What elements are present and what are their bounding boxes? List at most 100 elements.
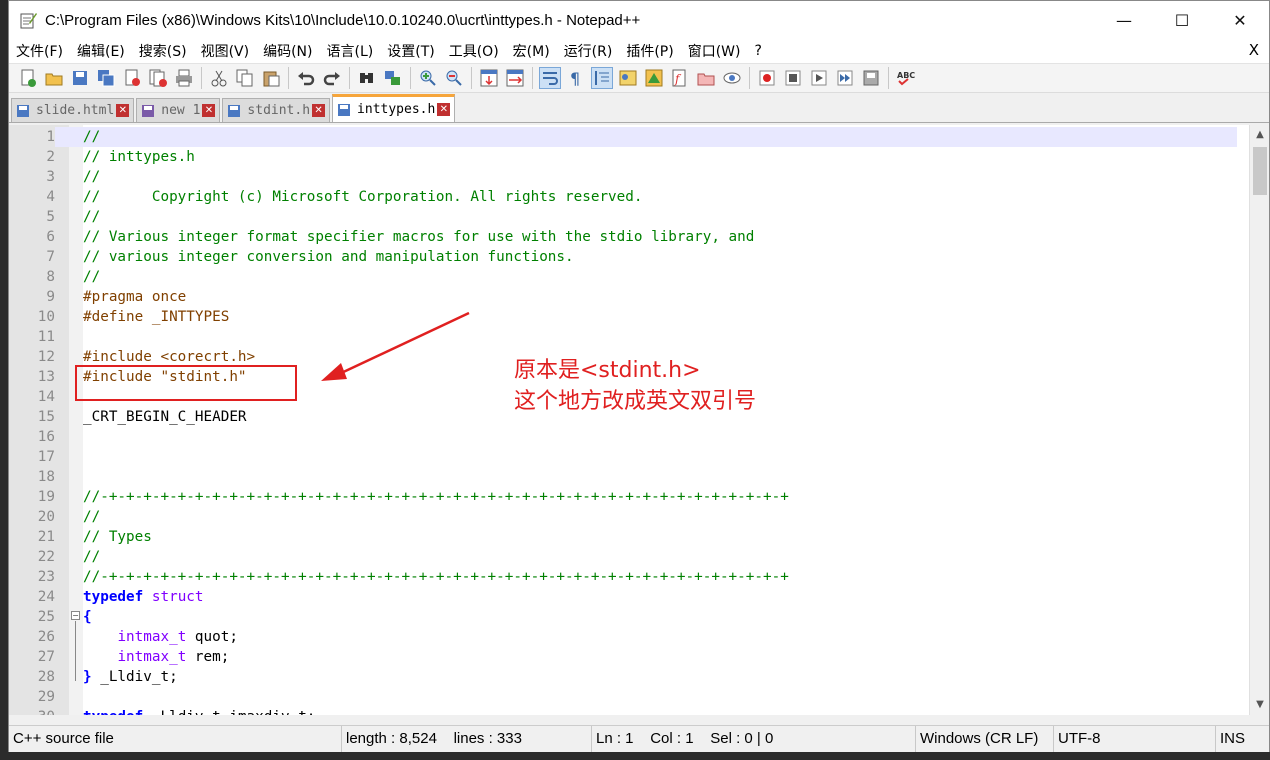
tab-close-icon[interactable]: ✕ (116, 104, 130, 117)
code-line[interactable]: 30 typedef _Lldiv_t imaxdiv_t; (9, 707, 1237, 715)
redo-icon[interactable] (321, 67, 343, 89)
menu-macro[interactable]: 宏(M) (506, 41, 557, 61)
code-editor[interactable]: 1 // 2 // inttypes.h 3 // 4 // Copyright (c) Mi… (9, 125, 1269, 715)
record-macro-icon[interactable] (756, 67, 778, 89)
code-line[interactable]: 20 // (9, 507, 1237, 527)
code-token: #pragma once (83, 289, 187, 305)
line-number: 29 (37, 689, 55, 705)
zoom-in-icon[interactable] (417, 67, 439, 89)
monitor-icon[interactable] (721, 67, 743, 89)
line-number: 10 (37, 309, 55, 325)
code-token: //-+-+-+-+-+-+-+-+-+-+-+-+-+-+-+-+-+-+-+… (83, 489, 789, 505)
vertical-scrollbar[interactable]: ▲ ▼ (1249, 125, 1269, 715)
menu-help[interactable]: ? (748, 43, 769, 59)
code-line[interactable]: 27 intmax_t rem; (9, 647, 1237, 667)
code-line[interactable]: 17 (9, 447, 1237, 467)
spell-check-icon[interactable]: ABC (895, 67, 917, 89)
code-line[interactable]: 28} _Lldiv_t; (9, 667, 1237, 687)
menu-encoding[interactable]: 编码(N) (256, 41, 319, 61)
minimize-button[interactable]: — (1095, 1, 1153, 39)
status-bar: C++ source file length : 8,524 lines : 3… (9, 725, 1269, 753)
zoom-out-icon[interactable] (443, 67, 465, 89)
menu-view[interactable]: 视图(V) (194, 41, 257, 61)
code-line[interactable]: 5 // (9, 207, 1237, 227)
close-icon[interactable] (121, 67, 143, 89)
tab-new-1[interactable]: new 1 ✕ (136, 98, 221, 122)
folder-workspace-icon[interactable] (695, 67, 717, 89)
code-token: // (83, 209, 101, 225)
line-number: 19 (37, 489, 55, 505)
function-list-icon[interactable]: f (669, 67, 691, 89)
code-line[interactable]: 25 { (9, 607, 1237, 627)
code-line[interactable]: 16 (9, 427, 1237, 447)
menu-language[interactable]: 语言(L) (320, 41, 381, 61)
code-line[interactable]: 19 //-+-+-+-+-+-+-+-+-+-+-+-+-+-+-+-+-+-+… (9, 487, 1237, 507)
run-macro-multiple-icon[interactable] (834, 67, 856, 89)
save-icon[interactable] (69, 67, 91, 89)
code-line[interactable]: 3 // (9, 167, 1237, 187)
menu-settings[interactable]: 设置(T) (380, 41, 441, 61)
code-line[interactable]: 18 (9, 467, 1237, 487)
new-file-icon[interactable] (17, 67, 39, 89)
code-line[interactable]: 23 //-+-+-+-+-+-+-+-+-+-+-+-+-+-+-+-+-+-+… (9, 567, 1237, 587)
scrollbar-thumb[interactable] (1253, 147, 1267, 195)
find-icon[interactable] (356, 67, 378, 89)
doc-map-icon[interactable] (643, 67, 665, 89)
code-line[interactable]: 2 // inttypes.h (9, 147, 1237, 167)
code-line[interactable]: 24 typedef struct (9, 587, 1237, 607)
scroll-down-icon[interactable]: ▼ (1250, 695, 1269, 715)
udl-icon[interactable] (617, 67, 639, 89)
cut-icon[interactable] (208, 67, 230, 89)
code-line[interactable]: 21 // Types (9, 527, 1237, 547)
stop-macro-icon[interactable] (782, 67, 804, 89)
code-line[interactable]: 1 // (9, 127, 1237, 147)
line-number: 5 (46, 209, 55, 225)
code-token: // (83, 169, 101, 185)
scroll-up-icon[interactable]: ▲ (1250, 125, 1269, 145)
copy-icon[interactable] (234, 67, 256, 89)
save-macro-icon[interactable] (860, 67, 882, 89)
close-window-button[interactable]: ✕ (1211, 1, 1269, 39)
code-line[interactable]: 7 // various integer conversion and manip… (9, 247, 1237, 267)
menu-tools[interactable]: 工具(O) (442, 41, 506, 61)
tab-close-icon[interactable]: ✕ (437, 103, 451, 116)
menu-edit[interactable]: 编辑(E) (70, 41, 132, 61)
tab-close-icon[interactable]: ✕ (202, 104, 216, 117)
open-file-icon[interactable] (43, 67, 65, 89)
code-line[interactable]: 10 #define _INTTYPES (9, 307, 1237, 327)
code-line[interactable]: 8 // (9, 267, 1237, 287)
code-line[interactable]: 26 intmax_t quot; (9, 627, 1237, 647)
code-line[interactable]: 29 (9, 687, 1237, 707)
maximize-button[interactable]: ☐ (1153, 1, 1211, 39)
paste-icon[interactable] (260, 67, 282, 89)
code-line[interactable]: 6 // Various integer format specifier mac… (9, 227, 1237, 247)
code-line[interactable]: 22 // (9, 547, 1237, 567)
sync-v-icon[interactable] (478, 67, 500, 89)
close-all-icon[interactable] (147, 67, 169, 89)
tab-stdint-h[interactable]: stdint.h ✕ (222, 98, 331, 122)
code-line[interactable]: 4 // Copyright (c) Microsoft Corporation.… (9, 187, 1237, 207)
menu-file[interactable]: 文件(F) (9, 41, 70, 61)
play-macro-icon[interactable] (808, 67, 830, 89)
indent-guide-icon[interactable] (591, 67, 613, 89)
menu-plugins[interactable]: 插件(P) (619, 41, 680, 61)
menu-search[interactable]: 搜索(S) (132, 41, 194, 61)
fold-toggle-icon[interactable]: − (71, 611, 80, 620)
print-icon[interactable] (173, 67, 195, 89)
sync-h-icon[interactable] (504, 67, 526, 89)
tab-close-icon[interactable]: ✕ (312, 104, 326, 117)
show-all-chars-icon[interactable]: ¶ (565, 67, 587, 89)
code-line[interactable]: 9 #pragma once (9, 287, 1237, 307)
close-document-button[interactable]: X (1249, 41, 1259, 59)
undo-icon[interactable] (295, 67, 317, 89)
replace-icon[interactable] (382, 67, 404, 89)
code-line[interactable]: 11 (9, 327, 1237, 347)
menu-run[interactable]: 运行(R) (557, 41, 620, 61)
tab-inttypes-h[interactable]: inttypes.h ✕ (332, 94, 456, 122)
code-text: //-+-+-+-+-+-+-+-+-+-+-+-+-+-+-+-+-+-+-+… (83, 487, 789, 507)
tab-slide-html[interactable]: slide.html ✕ (11, 98, 135, 122)
save-all-icon[interactable] (95, 67, 117, 89)
menu-window[interactable]: 窗口(W) (681, 41, 748, 61)
word-wrap-icon[interactable] (539, 67, 561, 89)
